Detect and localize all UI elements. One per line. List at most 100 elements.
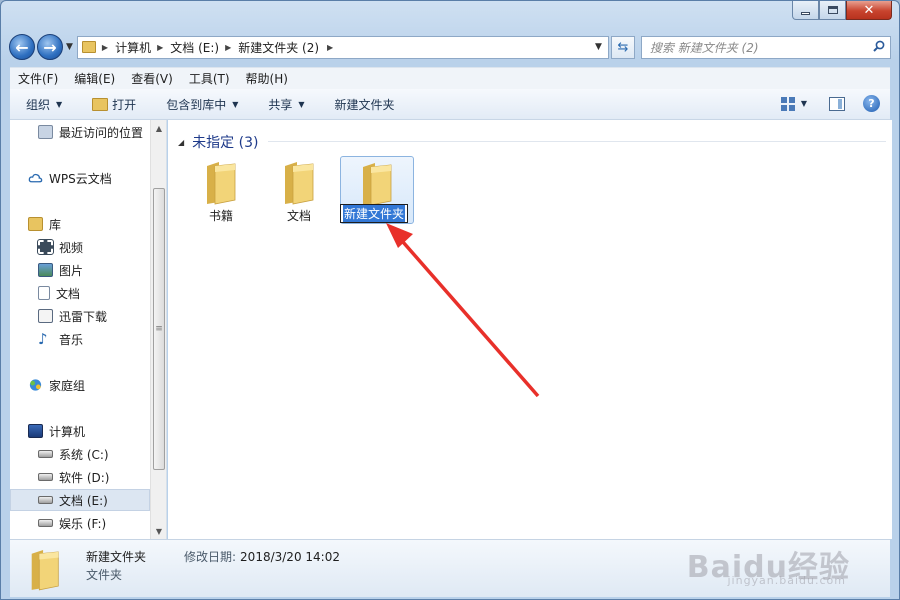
baidu-watermark-url: jingyan.baidu.com <box>727 574 846 587</box>
nav-item-wps-cloud[interactable]: WPS云文档 <box>28 167 150 189</box>
folder-icon <box>207 162 236 205</box>
refresh-button[interactable]: ⇆ <box>610 35 635 59</box>
folder-icon <box>285 162 314 205</box>
group-header[interactable]: ◢ 未指定 (3) <box>178 132 258 152</box>
command-bar: 组织 ▼ 打开 包含到库中 ▼ 共享 ▼ 新建文件夹 ▼ ? <box>10 89 890 120</box>
hard-drive-icon <box>38 473 53 481</box>
view-controls: ▼ ? <box>780 95 880 112</box>
nav-item-homegroup[interactable]: 家庭组 <box>28 374 150 396</box>
breadcrumb-computer[interactable]: ▶ 计算机 <box>102 39 151 56</box>
breadcrumb-separator-icon: ▶ <box>157 42 164 52</box>
breadcrumb-current-folder[interactable]: ▶ 新建文件夹 (2) ▶ <box>225 39 340 56</box>
search-icon[interactable] <box>873 40 885 52</box>
forward-button[interactable]: → <box>37 34 63 60</box>
rename-input[interactable]: 新建文件夹 <box>340 204 409 223</box>
nav-item-drive-d[interactable]: 软件 (D:) <box>38 466 150 488</box>
collapse-triangle-icon[interactable]: ◢ <box>178 138 184 147</box>
breadcrumb-separator-icon: ▶ <box>101 42 109 52</box>
refresh-icon: ⇆ <box>617 39 629 55</box>
search-input[interactable]: 搜索 新建文件夹 (2) <box>640 35 891 59</box>
search-placeholder: 搜索 新建文件夹 (2) <box>649 40 759 55</box>
scroll-up-arrow-icon[interactable]: ▲ <box>151 120 166 136</box>
share-button[interactable]: 共享 ▼ <box>268 96 304 113</box>
group-divider <box>268 141 886 142</box>
minimize-icon <box>801 11 810 15</box>
caption-buttons: ✕ <box>792 1 892 20</box>
library-icon <box>28 217 43 231</box>
forward-arrow-icon: → <box>43 37 57 57</box>
details-modified: 修改日期: 2018/3/20 14:02 <box>184 550 340 564</box>
nav-item-documents[interactable]: 文档 <box>38 282 150 304</box>
view-options-dropdown[interactable]: ▼ <box>801 99 807 108</box>
nav-scrollbar[interactable]: ▲ ≡ ▼ <box>150 120 166 539</box>
hard-drive-icon <box>38 496 53 504</box>
maximize-icon <box>827 6 838 14</box>
nav-item-xunlei[interactable]: 迅雷下载 <box>38 305 150 327</box>
cloud-icon <box>28 173 43 183</box>
nav-item-recent[interactable]: 最近访问的位置 <box>38 121 150 143</box>
chevron-down-icon: ▼ <box>56 99 63 109</box>
menu-view[interactable]: 查看(V) <box>131 70 173 87</box>
menu-edit[interactable]: 编辑(E) <box>74 70 115 87</box>
annotation-arrow-line <box>394 232 540 398</box>
nav-item-drive-e[interactable]: 文档 (E:) <box>10 489 150 511</box>
scroll-down-arrow-icon[interactable]: ▼ <box>151 523 166 539</box>
maximize-button[interactable] <box>819 1 846 20</box>
minimize-button[interactable] <box>792 1 819 20</box>
nav-item-drive-c[interactable]: 系统 (C:) <box>38 443 150 465</box>
chevron-down-icon: ▼ <box>298 99 305 109</box>
menu-file[interactable]: 文件(F) <box>18 70 58 87</box>
open-button[interactable]: 打开 <box>92 96 136 113</box>
chevron-down-icon: ▼ <box>232 99 239 109</box>
close-icon: ✕ <box>863 2 875 18</box>
back-button[interactable]: ← <box>9 34 35 60</box>
breadcrumb-drive-e[interactable]: ▶ 文档 (E:) <box>157 39 219 56</box>
nav-item-libraries[interactable]: 库 <box>28 213 150 235</box>
nav-item-videos[interactable]: 视频 <box>37 236 150 258</box>
folder-item-documents[interactable]: 文档 <box>262 156 336 224</box>
menu-tools[interactable]: 工具(T) <box>189 70 230 87</box>
close-button[interactable]: ✕ <box>846 1 892 20</box>
folder-icon <box>363 163 392 206</box>
file-list-area[interactable]: ◢ 未指定 (3) 书籍 文档 新建文件夹 <box>168 120 892 539</box>
change-view-icon[interactable] <box>780 96 795 111</box>
details-filename: 新建文件夹 <box>86 550 147 564</box>
recent-pages-dropdown[interactable]: ▼ <box>66 42 73 52</box>
menu-help[interactable]: 帮助(H) <box>246 70 288 87</box>
organize-button[interactable]: 组织 ▼ <box>26 96 62 113</box>
preview-pane-icon[interactable] <box>829 96 845 111</box>
folder-item-books[interactable]: 书籍 <box>184 156 258 224</box>
explorer-window: ✕ ← → ▼ ▶ 计算机 ▶ 文档 (E:) ▶ 新建文件夹 (2) ▶ ▼ … <box>0 0 900 600</box>
video-icon <box>37 239 54 255</box>
folder-icon <box>31 550 59 591</box>
nav-item-computer[interactable]: 计算机 <box>28 420 150 442</box>
hard-drive-icon <box>38 519 53 527</box>
address-history-dropdown[interactable]: ▼ <box>595 42 602 52</box>
address-bar[interactable]: ▶ 计算机 ▶ 文档 (E:) ▶ 新建文件夹 (2) ▶ ▼ <box>76 35 609 59</box>
address-row: ← → ▼ ▶ 计算机 ▶ 文档 (E:) ▶ 新建文件夹 (2) ▶ ▼ ⇆ <box>9 32 891 62</box>
nav-item-drive-f[interactable]: 娱乐 (F:) <box>38 512 150 534</box>
computer-icon <box>28 424 43 438</box>
homegroup-icon <box>29 379 42 391</box>
hard-drive-icon <box>38 450 53 458</box>
recent-places-icon <box>38 125 53 139</box>
details-pane: 新建文件夹 修改日期: 2018/3/20 14:02 文件夹 Baidu经验 j… <box>10 539 890 597</box>
back-arrow-icon: ← <box>15 37 29 57</box>
nav-item-music[interactable]: ♪ 音乐 <box>38 328 150 350</box>
scroll-thumb[interactable]: ≡ <box>153 188 165 470</box>
download-icon <box>38 309 53 323</box>
open-folder-icon <box>92 97 109 111</box>
new-folder-button[interactable]: 新建文件夹 <box>335 96 395 113</box>
music-note-icon: ♪ <box>38 330 48 348</box>
folder-icon <box>81 41 96 53</box>
annotation-arrow-head <box>386 223 413 248</box>
nav-item-pictures[interactable]: 图片 <box>38 259 150 281</box>
menu-bar: 文件(F) 编辑(E) 查看(V) 工具(T) 帮助(H) <box>10 67 890 89</box>
breadcrumb-separator-icon: ▶ <box>327 42 334 52</box>
navigation-pane: 最近访问的位置 WPS云文档 库 视频 图片 文档 迅雷下载 ♪ 音乐 家庭组 … <box>10 120 167 539</box>
document-icon <box>38 286 50 300</box>
breadcrumb-separator-icon: ▶ <box>225 42 232 52</box>
include-in-library-button[interactable]: 包含到库中 ▼ <box>166 96 238 113</box>
help-icon[interactable]: ? <box>863 95 880 112</box>
details-type: 文件夹 <box>86 568 123 582</box>
